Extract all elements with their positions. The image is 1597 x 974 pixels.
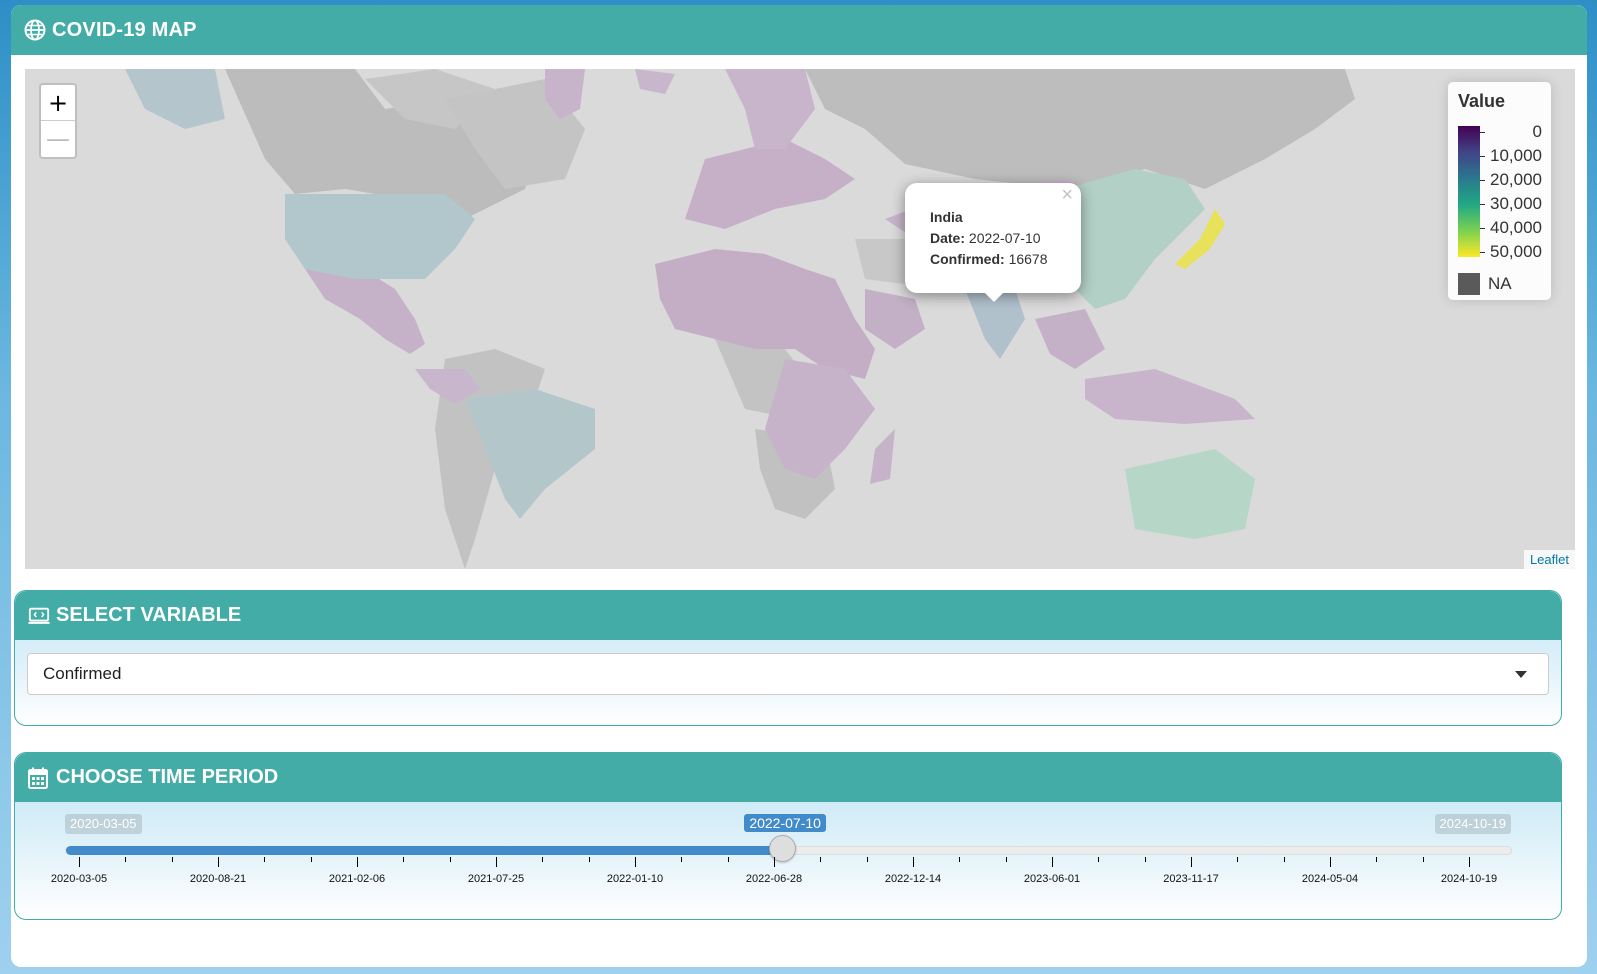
date-slider[interactable]: 2020-03-05 2022-07-10 2024-10-19 2020-03… <box>15 802 1561 919</box>
select-variable-header: SELECT VARIABLE <box>15 591 1561 640</box>
slider-tick-label: 2022-01-10 <box>606 873 664 885</box>
slider-minor-tick <box>1098 857 1100 862</box>
slider-minor-tick <box>1283 857 1285 862</box>
slider-tick-label: 2020-03-05 <box>50 873 108 885</box>
slider-tick-label: 2023-06-01 <box>1023 873 1081 885</box>
map-panel-header: COVID-19 MAP <box>11 5 1587 55</box>
code-display-icon <box>28 605 50 627</box>
zoom-control: + — <box>39 83 77 159</box>
slider-minor-tick <box>171 857 173 862</box>
slider-minor-tick <box>820 857 822 862</box>
legend-label: 30,000 <box>1490 194 1542 213</box>
popup-close-button[interactable]: × <box>1061 185 1073 206</box>
legend-na-swatch <box>1458 273 1480 295</box>
slider-major-tick <box>496 857 497 867</box>
legend-color-scale <box>1458 126 1480 257</box>
slider-value-label: 2022-07-10 <box>744 814 826 832</box>
legend-tick <box>1480 204 1485 205</box>
slider-minor-tick <box>403 857 405 862</box>
slider-minor-tick <box>449 857 451 862</box>
slider-major-tick <box>218 857 219 867</box>
map-countries[interactable] <box>25 69 1575 569</box>
legend-label: 40,000 <box>1490 218 1542 237</box>
slider-minor-tick <box>310 857 312 862</box>
slider-major-tick <box>913 857 914 867</box>
select-variable-title: SELECT VARIABLE <box>56 604 242 626</box>
legend-tick <box>1480 228 1485 229</box>
slider-fill <box>66 846 784 855</box>
variable-select[interactable]: Confirmed <box>27 653 1549 695</box>
popup-tip <box>983 291 1005 302</box>
legend-label: 10,000 <box>1490 146 1542 165</box>
legend-label: 50,000 <box>1490 242 1542 261</box>
slider-minor-tick <box>125 857 127 862</box>
slider-tick-label: 2024-10-19 <box>1440 873 1498 885</box>
slider-minor-tick <box>264 857 266 862</box>
slider-minor-tick <box>588 857 590 862</box>
popup-confirmed-value: 16678 <box>1008 251 1048 267</box>
variable-select-value: Confirmed <box>43 664 122 683</box>
map-legend: Value 0 10,000 20,000 30,000 40,000 50,000 NA <box>1448 82 1551 300</box>
time-period-box: CHOOSE TIME PERIOD 2020-03-05 2022-07-10… <box>14 752 1562 920</box>
popup-date-label: Date: <box>930 230 966 246</box>
popup-country: India <box>930 209 963 225</box>
slider-minor-tick <box>1144 857 1146 862</box>
chevron-down-icon <box>1515 671 1527 678</box>
slider-min-label: 2020-03-05 <box>65 814 142 834</box>
zoom-in-button[interactable]: + <box>41 85 75 121</box>
slider-major-tick <box>357 857 358 867</box>
slider-minor-tick <box>866 857 868 862</box>
slider-minor-tick <box>959 857 961 862</box>
globe-icon <box>24 19 46 41</box>
slider-tick-label: 2021-07-25 <box>467 873 525 885</box>
slider-minor-tick <box>1422 857 1424 862</box>
leaflet-attribution-link[interactable]: Leaflet <box>1523 550 1575 569</box>
slider-minor-tick <box>1237 857 1239 862</box>
country-popup: × India Date: 2022-07-10 Confirmed: 1667… <box>905 183 1081 302</box>
slider-major-tick <box>774 857 775 867</box>
legend-label: 0 <box>1532 122 1542 141</box>
slider-major-tick <box>1191 857 1192 867</box>
slider-major-tick <box>1052 857 1053 867</box>
slider-tick-label: 2024-05-04 <box>1301 873 1359 885</box>
legend-label: 20,000 <box>1490 170 1542 189</box>
slider-minor-tick <box>681 857 683 862</box>
slider-major-tick <box>1330 857 1331 867</box>
world-map[interactable]: + — Value 0 10,000 20,000 30,000 40,000 50,00… <box>25 69 1575 569</box>
slider-major-tick <box>635 857 636 867</box>
slider-tick-label: 2022-12-14 <box>884 873 942 885</box>
legend-tick <box>1480 252 1485 253</box>
slider-minor-tick <box>1376 857 1378 862</box>
slider-tick-label: 2020-08-21 <box>189 873 247 885</box>
select-variable-box: SELECT VARIABLE Confirmed <box>14 590 1562 726</box>
legend-tick <box>1480 180 1485 181</box>
legend-na-label: NA <box>1488 274 1512 293</box>
zoom-out-button[interactable]: — <box>41 121 75 157</box>
legend-tick <box>1480 132 1485 133</box>
slider-handle[interactable] <box>768 835 796 862</box>
calendar-icon <box>28 767 50 789</box>
legend-title: Value <box>1458 91 1506 111</box>
slider-tick-label: 2021-02-06 <box>328 873 386 885</box>
slider-minor-tick <box>542 857 544 862</box>
legend-tick <box>1480 156 1485 157</box>
slider-tick-label: 2022-06-28 <box>745 873 803 885</box>
popup-date-value: 2022-07-10 <box>968 230 1041 246</box>
popup-confirmed-label: Confirmed: <box>930 251 1005 267</box>
slider-max-label: 2024-10-19 <box>1434 814 1511 834</box>
slider-minor-tick <box>727 857 729 862</box>
time-period-title: CHOOSE TIME PERIOD <box>56 766 279 788</box>
page-title: COVID-19 MAP <box>52 18 197 41</box>
slider-tick-label: 2023-11-17 <box>1163 873 1219 885</box>
slider-major-tick <box>1469 857 1470 867</box>
slider-major-tick <box>79 857 80 867</box>
slider-minor-tick <box>1005 857 1007 862</box>
time-period-header: CHOOSE TIME PERIOD <box>15 753 1561 802</box>
